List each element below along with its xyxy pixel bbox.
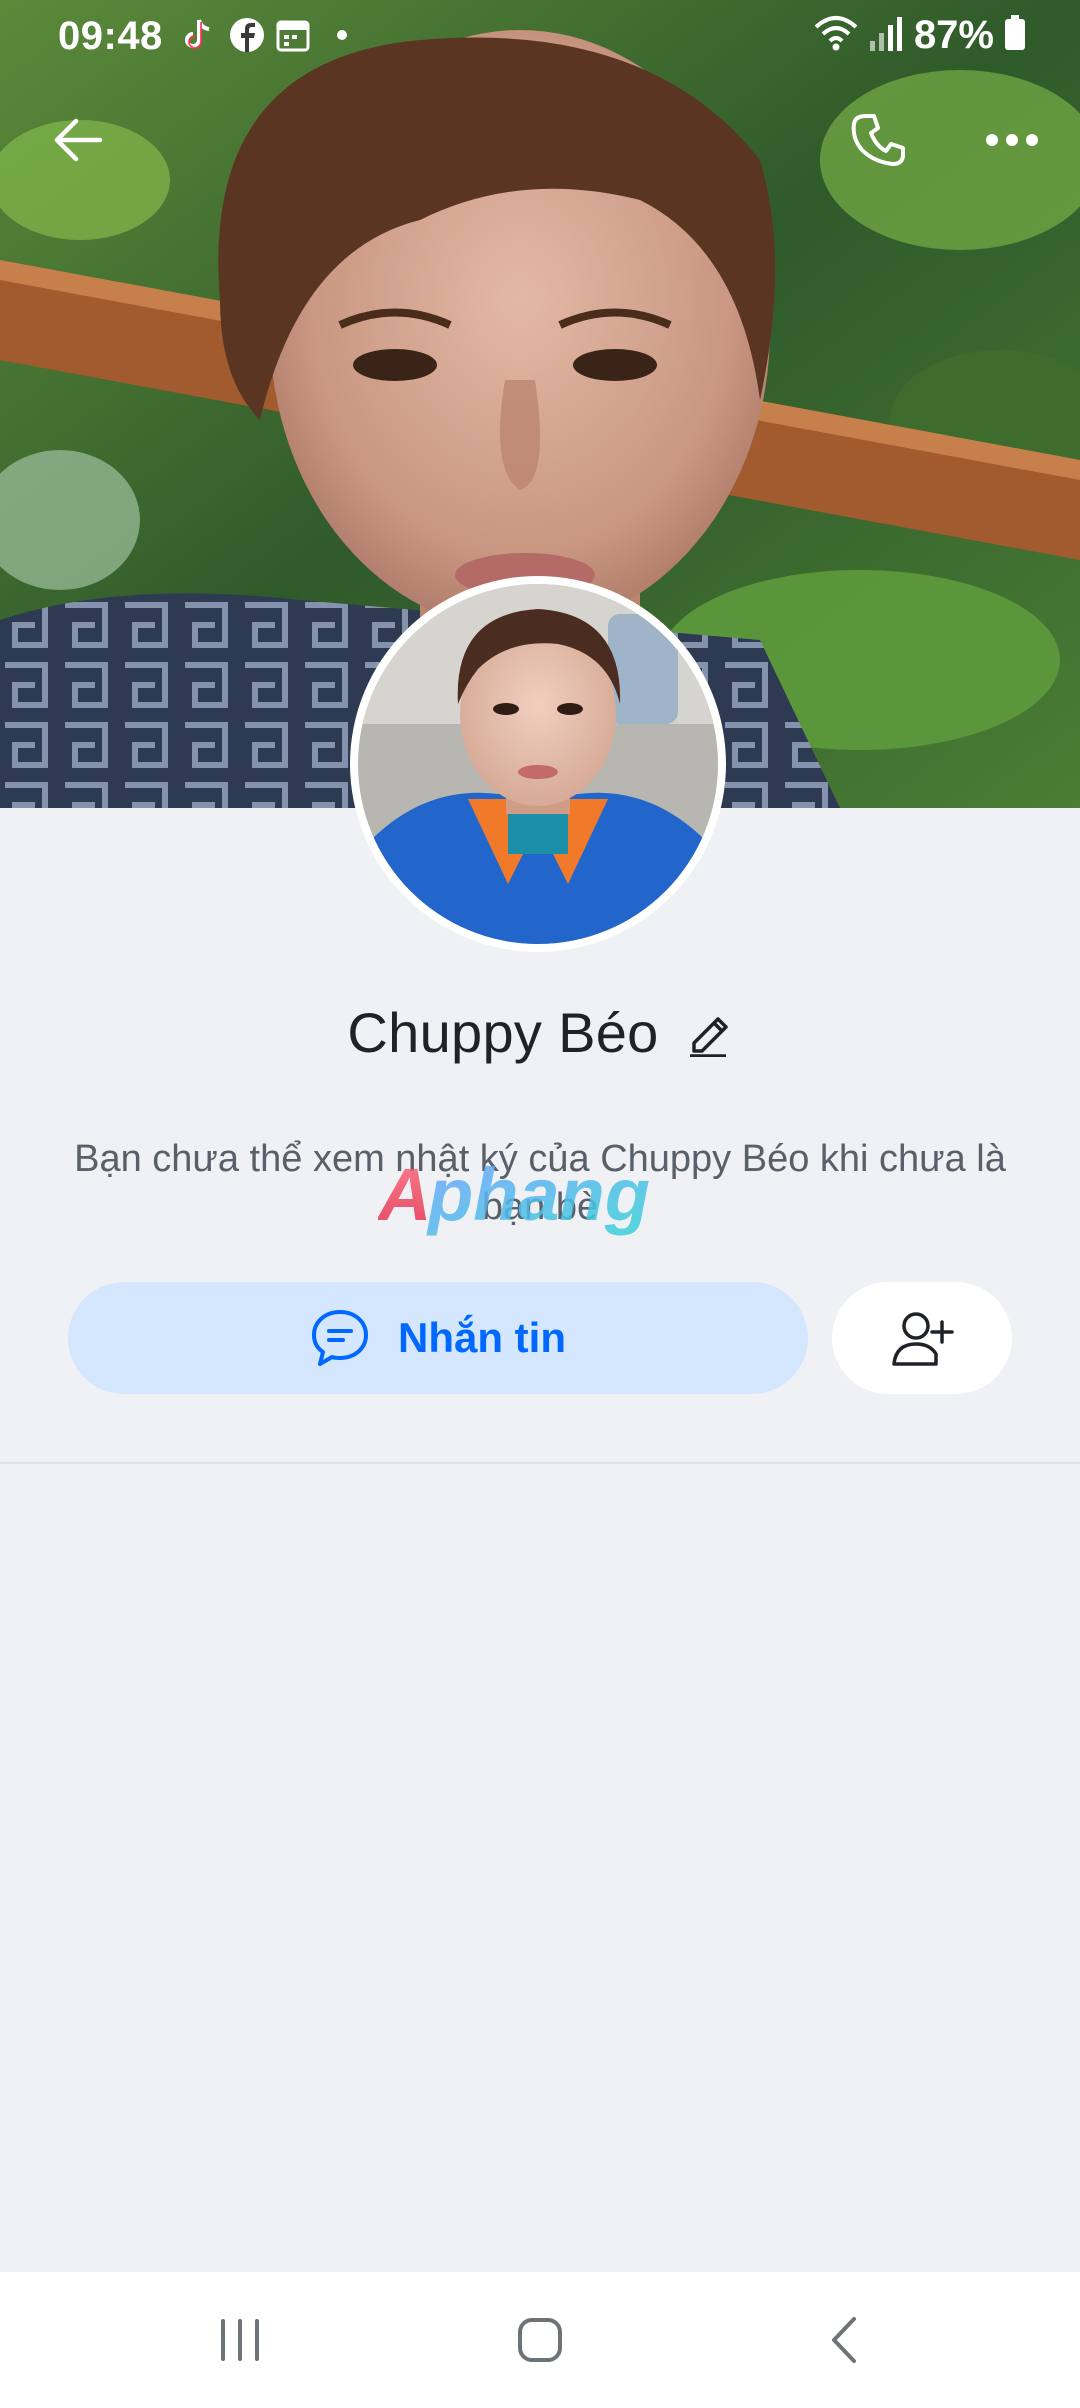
profile-name: Chuppy Béo xyxy=(347,1001,659,1064)
nav-back-icon xyxy=(832,2317,856,2363)
more-horizontal-icon xyxy=(986,134,1038,146)
cellular-signal-icon xyxy=(868,13,904,58)
add-friend-button[interactable] xyxy=(832,1282,1012,1394)
status-right: 87% xyxy=(814,12,1026,58)
dot-icon xyxy=(334,16,372,54)
message-button[interactable]: Nhắn tin xyxy=(68,1282,808,1394)
friend-restriction-notice: Bạn chưa thể xem nhật ký của Chuppy Béo … xyxy=(74,1138,1006,1228)
recents-button[interactable] xyxy=(190,2300,290,2380)
section-divider xyxy=(0,1462,1080,1464)
chat-bubble-icon xyxy=(312,1310,368,1366)
tiktok-icon xyxy=(178,16,216,54)
edit-name-button[interactable] xyxy=(683,1008,733,1058)
arrow-left-icon xyxy=(54,118,103,162)
name-row: Chuppy Béo xyxy=(0,1000,1080,1065)
facebook-icon xyxy=(228,16,266,54)
status-bar: 09:48 87% xyxy=(0,0,1080,70)
calendar-icon xyxy=(274,16,312,54)
profile-avatar[interactable] xyxy=(350,576,726,952)
recents-icon xyxy=(221,2319,259,2361)
message-button-label: Nhắn tin xyxy=(398,1314,566,1361)
more-button[interactable] xyxy=(972,100,1052,180)
phone-icon xyxy=(851,114,905,166)
avatar-image xyxy=(358,584,718,944)
system-nav-bar xyxy=(0,2272,1080,2408)
wifi-icon xyxy=(814,13,858,58)
call-button[interactable] xyxy=(838,100,918,180)
back-button[interactable] xyxy=(38,100,118,180)
home-button[interactable] xyxy=(490,2300,590,2380)
battery-percent: 87% xyxy=(913,12,994,57)
battery-icon xyxy=(1004,14,1026,56)
system-back-button[interactable] xyxy=(794,2300,894,2380)
add-user-icon xyxy=(892,1312,954,1366)
status-time: 09:48 xyxy=(58,14,163,58)
home-icon xyxy=(518,2318,562,2362)
pencil-icon xyxy=(689,1016,728,1057)
